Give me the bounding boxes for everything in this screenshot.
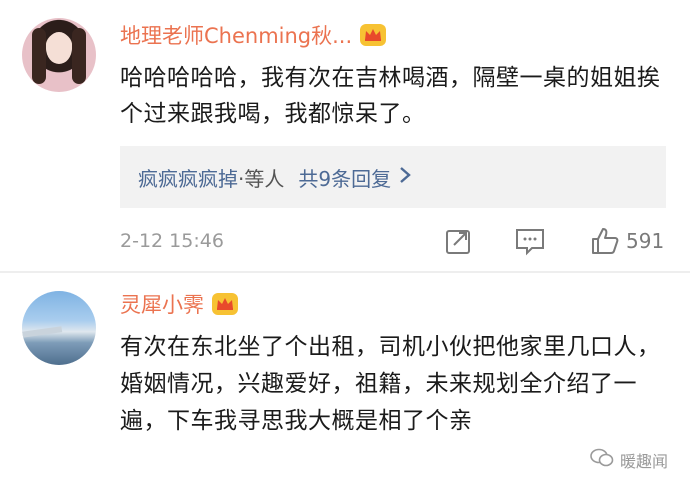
comment-item: 地理老师Chenming秋... 哈哈哈哈哈，我有次在吉林喝酒，隔壁一桌的姐姐挨… xyxy=(0,0,690,272)
comment-meta: 2-12 15:46 591 xyxy=(120,226,680,260)
wechat-icon xyxy=(590,448,614,472)
thumbs-up-icon xyxy=(592,228,619,254)
replies-preview[interactable]: 疯疯疯疯掉 ·等人 共9条回复 xyxy=(120,146,666,208)
watermark: 暖趣闻 xyxy=(590,448,668,472)
username[interactable]: 灵犀小霁 xyxy=(120,289,204,319)
like-count: 591 xyxy=(626,229,665,253)
comment-header: 地理老师Chenming秋... xyxy=(120,20,387,50)
comment-item: 灵犀小霁 有次在东北坐了个出租，司机小伙把他家里几口人，婚姻情况，兴趣爱好，祖籍… xyxy=(0,273,690,491)
like-button[interactable]: 591 xyxy=(590,226,664,256)
comment-button[interactable] xyxy=(514,226,546,260)
comment-header: 灵犀小霁 xyxy=(120,289,238,319)
comment-text: 有次在东北坐了个出租，司机小伙把他家里几口人，婚姻情况，兴趣爱好，祖籍，未来规划… xyxy=(120,334,661,434)
vip-crown-icon xyxy=(212,293,238,315)
username[interactable]: 地理老师Chenming秋... xyxy=(120,20,352,50)
share-icon xyxy=(446,230,470,254)
reply-author-link[interactable]: 疯疯疯疯掉 xyxy=(138,163,238,192)
repost-button[interactable] xyxy=(444,226,474,260)
comment-icon xyxy=(516,229,544,256)
timestamp: 2-12 15:46 xyxy=(120,230,224,252)
reply-others-label: ·等人 xyxy=(238,166,285,191)
view-replies-link[interactable]: 共9条回复 xyxy=(298,163,391,192)
avatar-face xyxy=(46,32,72,64)
comment-text: 哈哈哈哈哈，我有次在吉林喝酒，隔壁一桌的姐姐挨个过来跟我喝，我都惊呆了。 xyxy=(120,65,661,127)
avatar[interactable] xyxy=(22,18,96,92)
avatar-hair xyxy=(72,28,86,84)
watermark-text: 暖趣闻 xyxy=(620,452,669,471)
vip-crown-icon xyxy=(360,24,387,46)
avatar-hair xyxy=(32,28,46,84)
avatar-airplane-wing xyxy=(22,326,63,338)
avatar[interactable] xyxy=(22,291,96,365)
chevron-right-icon xyxy=(399,165,411,189)
